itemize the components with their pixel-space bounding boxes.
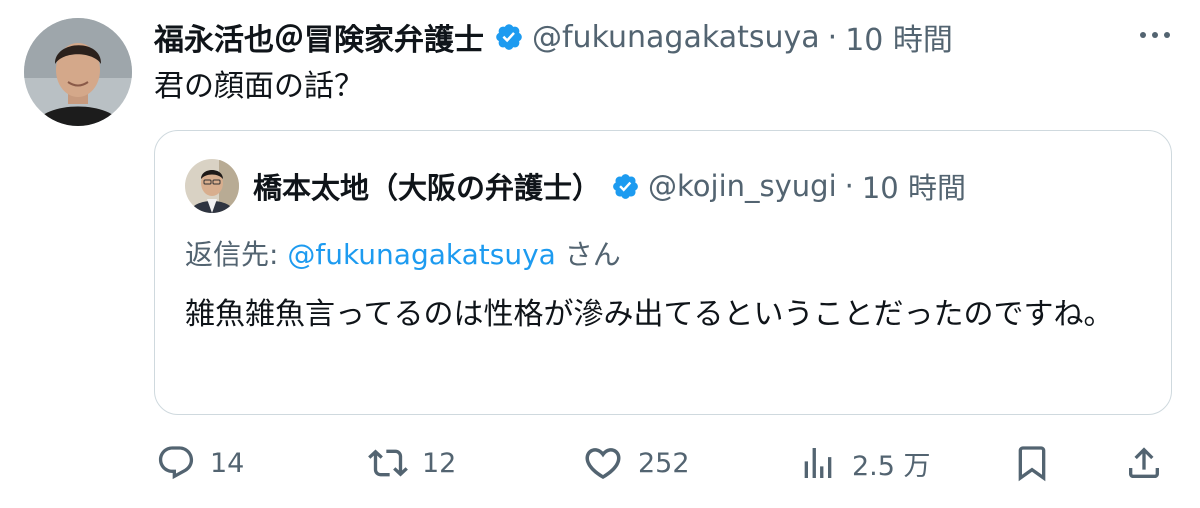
quoted-author-avatar[interactable]	[185, 159, 239, 213]
reply-to-suffix: さん	[555, 238, 621, 271]
share-icon	[1124, 443, 1164, 483]
header-separator: ·	[827, 19, 838, 55]
quoted-tweet-text: 雑魚雑魚言ってるのは性格が滲み出てるということだったのですね。	[185, 297, 1114, 332]
verified-badge-icon	[611, 172, 640, 201]
quoted-header-separator: ·	[844, 169, 854, 203]
views-button[interactable]: 2.5 万	[798, 438, 931, 488]
tweet-text: 君の顔面の話？	[154, 69, 364, 104]
repost-button[interactable]: 12	[368, 438, 456, 488]
like-count: 252	[638, 447, 690, 479]
quoted-author-handle[interactable]: @kojin_syugi	[648, 169, 837, 203]
author-name[interactable]: 福永活也＠冒険家弁護士	[154, 15, 484, 59]
author-avatar[interactable]	[24, 18, 132, 126]
more-icon[interactable]	[1140, 20, 1170, 50]
tweet-header: 福永活也＠冒険家弁護士 @fukunagakatsuya · 10 時間	[154, 14, 953, 60]
quoted-tweet-timestamp[interactable]: 10 時間	[862, 165, 966, 207]
repost-icon	[368, 443, 408, 483]
reply-count: 14	[210, 447, 245, 479]
quoted-author-name[interactable]: 橋本太地（大阪の弁護士）	[253, 165, 601, 207]
reply-icon	[156, 443, 196, 483]
reply-to-prefix: 返信先:	[185, 238, 288, 271]
quoted-tweet-header: 橋本太地（大阪の弁護士） @kojin_syugi · 10 時間	[253, 163, 966, 209]
bookmark-icon	[1012, 443, 1052, 483]
author-handle[interactable]: @fukunagakatsuya	[532, 20, 820, 55]
heart-icon	[582, 442, 624, 484]
reply-to-line: 返信先: @fukunagakatsuya さん	[185, 235, 621, 275]
views-count: 2.5 万	[852, 450, 931, 482]
like-button[interactable]: 252	[582, 438, 690, 488]
tweet-action-bar: 14 12 252 2.5 万	[154, 438, 1184, 488]
share-button[interactable]	[1124, 438, 1164, 488]
tweet-timestamp[interactable]: 10 時間	[845, 15, 953, 59]
reply-to-handle-link[interactable]: @fukunagakatsuya	[287, 238, 555, 271]
reply-button[interactable]: 14	[156, 438, 244, 488]
views-icon	[798, 443, 838, 483]
bookmark-button[interactable]	[1012, 438, 1052, 488]
repost-count: 12	[422, 447, 457, 479]
quoted-tweet-card[interactable]: 橋本太地（大阪の弁護士） @kojin_syugi · 10 時間 返信先: @…	[154, 130, 1172, 415]
verified-badge-icon	[494, 22, 524, 52]
